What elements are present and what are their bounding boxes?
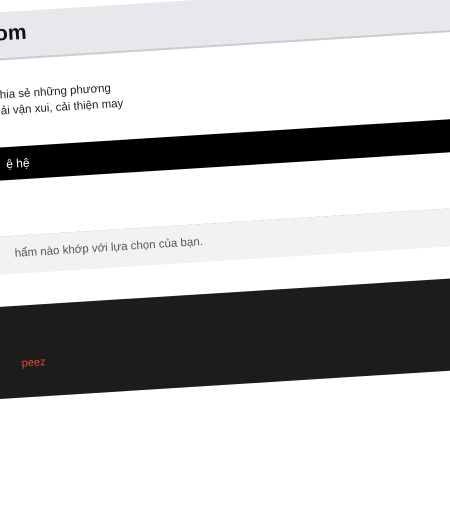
page-content: om hia sẻ những phương ải vận xui, cải t… <box>0 0 450 507</box>
intro-text: hia sẻ những phương ải vận xui, cải thiệ… <box>0 80 124 120</box>
nav-bar: ệ hệ <box>0 114 450 184</box>
site-title[interactable]: om <box>0 21 27 47</box>
site-header: om <box>0 0 450 64</box>
site-footer: peez <box>0 272 450 402</box>
notice-text: hẩm nào khớp với lựa chọn của bạn. <box>14 236 204 260</box>
nav-item-contact[interactable]: ệ hệ <box>6 156 30 171</box>
footer-link[interactable]: peez <box>21 356 46 369</box>
page-viewport: om hia sẻ những phương ải vận xui, cải t… <box>0 0 450 507</box>
